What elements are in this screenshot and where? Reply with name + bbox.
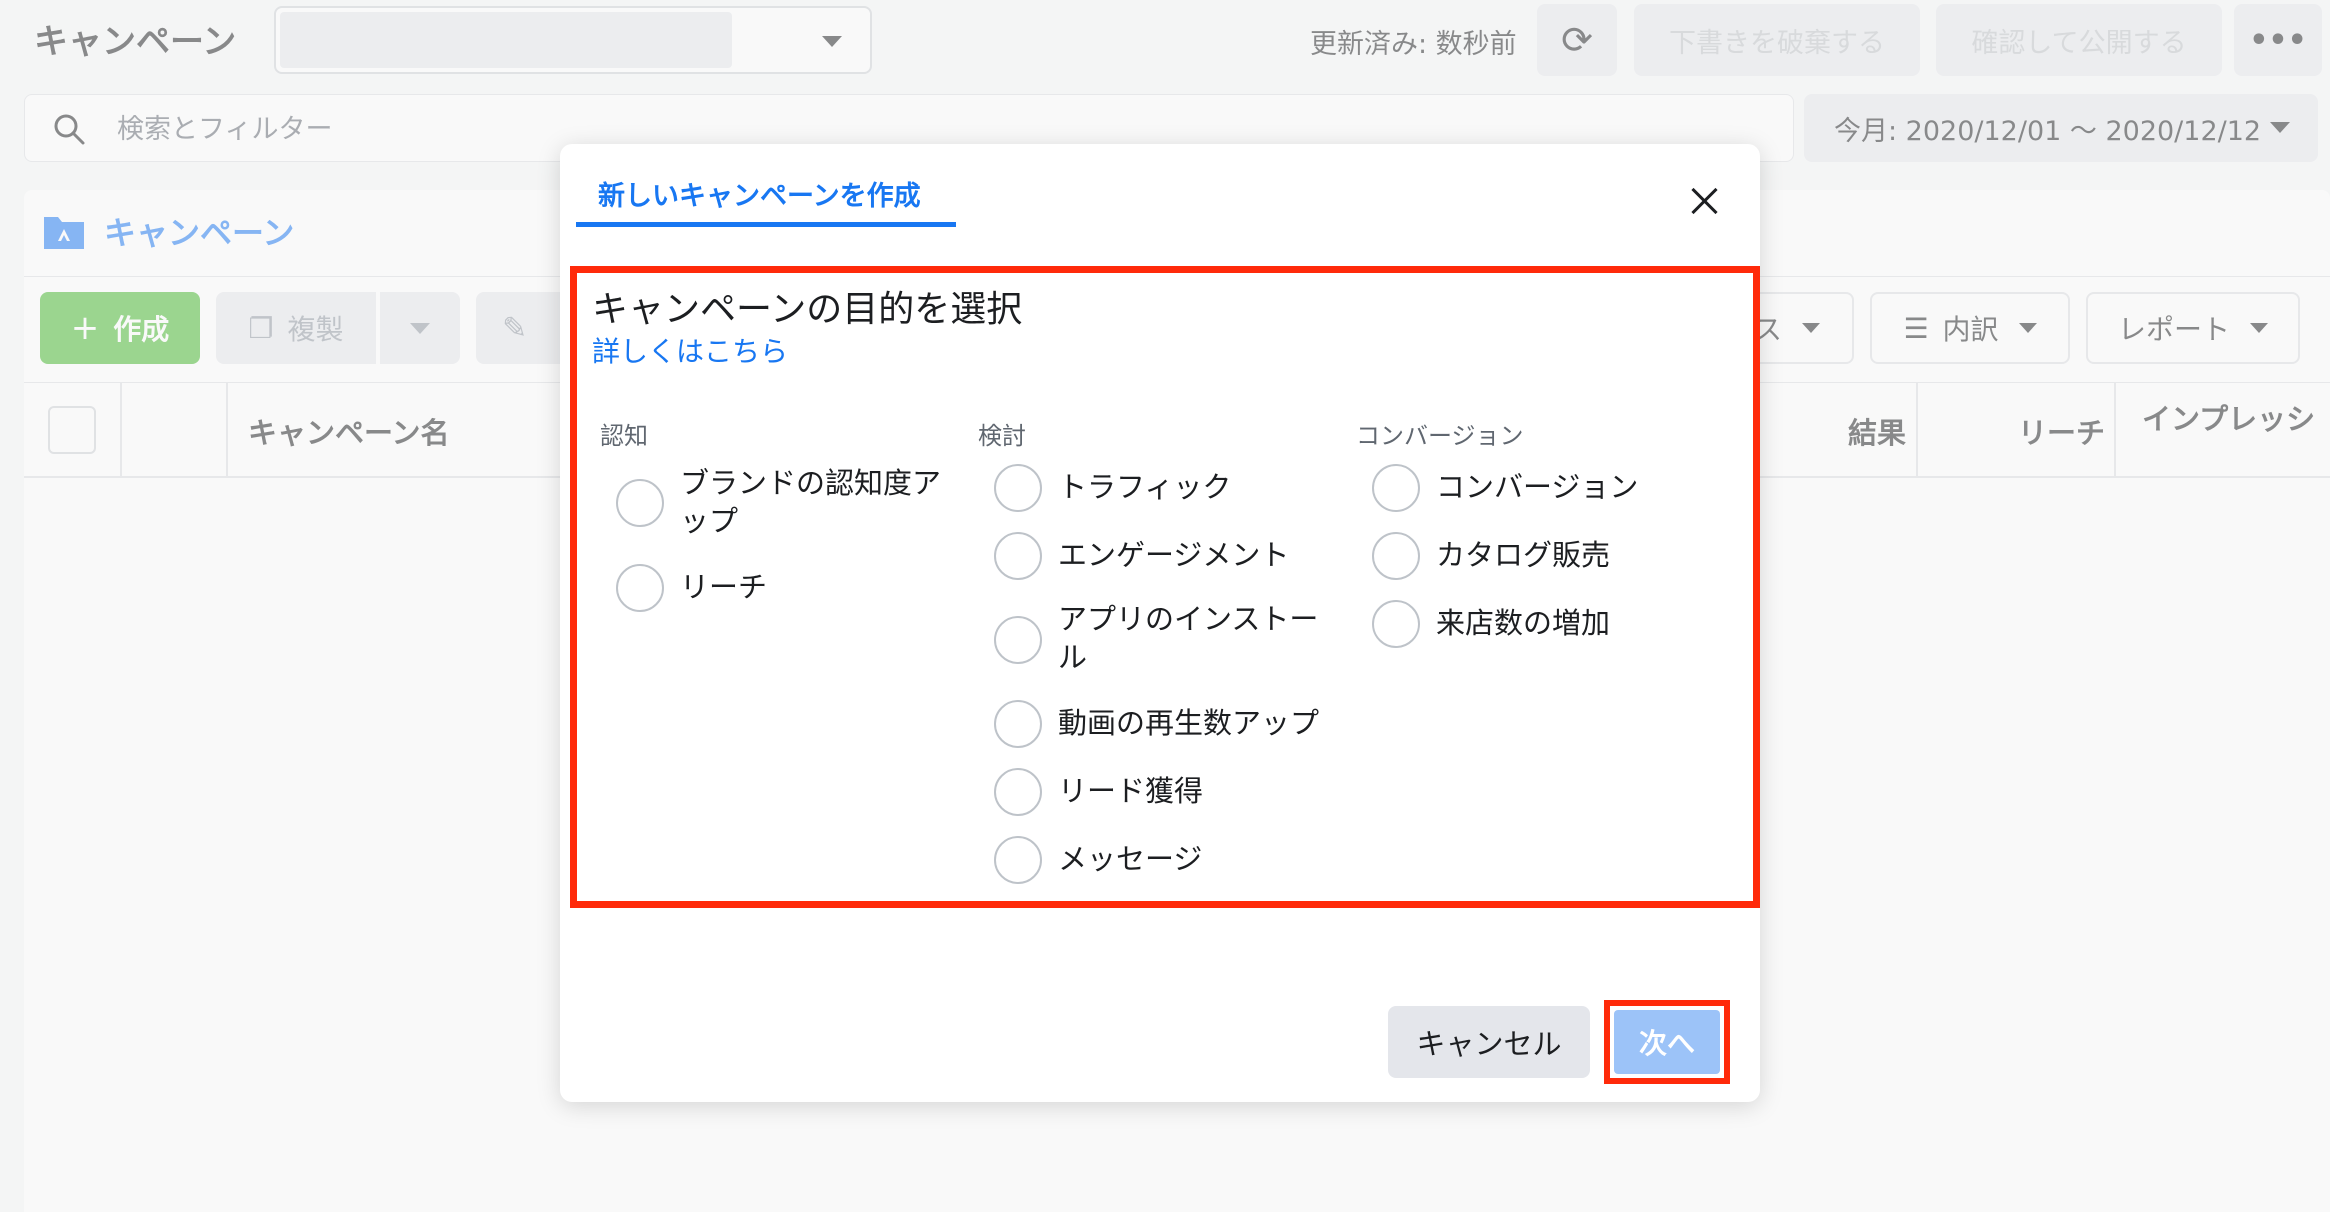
active-tab-indicator: [576, 222, 956, 227]
option-store-traffic[interactable]: 来店数の増加: [1436, 604, 1610, 642]
radio-reach[interactable]: [616, 564, 664, 612]
radio-traffic[interactable]: [994, 464, 1042, 512]
option-catalog-sales[interactable]: カタログ販売: [1436, 536, 1610, 574]
learn-more-link[interactable]: 詳しくはこちら: [592, 330, 788, 370]
tab-new-campaign[interactable]: 新しいキャンペーンを作成: [598, 174, 921, 213]
option-engagement[interactable]: エンゲージメント: [1058, 536, 1289, 574]
radio-video-views[interactable]: [994, 700, 1042, 748]
radio-conversions[interactable]: [1372, 464, 1420, 512]
option-messages[interactable]: メッセージ: [1058, 840, 1202, 878]
option-conversions[interactable]: コンバージョン: [1436, 468, 1638, 506]
option-app-installs[interactable]: アプリのインストール: [1058, 600, 1328, 676]
column-header-conversion: コンバージョン: [1356, 422, 1524, 450]
option-reach[interactable]: リーチ: [680, 568, 767, 606]
radio-messages[interactable]: [994, 836, 1042, 884]
option-video-views[interactable]: 動画の再生数アップ: [1058, 704, 1319, 742]
radio-brand-awareness[interactable]: [616, 479, 664, 527]
cancel-button[interactable]: キャンセル: [1388, 1006, 1590, 1078]
radio-store-traffic[interactable]: [1372, 600, 1420, 648]
option-lead-generation[interactable]: リード獲得: [1058, 772, 1203, 810]
column-header-consideration: 検討: [978, 422, 1026, 450]
radio-engagement[interactable]: [994, 532, 1042, 580]
column-header-awareness: 認知: [600, 422, 648, 450]
radio-app-installs[interactable]: [994, 616, 1042, 664]
radio-lead-generation[interactable]: [994, 768, 1042, 816]
objective-heading: キャンペーンの目的を選択: [592, 289, 1023, 330]
close-icon[interactable]: [1682, 178, 1728, 224]
option-traffic[interactable]: トラフィック: [1058, 468, 1231, 506]
next-button[interactable]: 次へ: [1614, 1010, 1720, 1074]
radio-catalog-sales[interactable]: [1372, 532, 1420, 580]
option-brand-awareness[interactable]: ブランドの認知度アップ: [680, 464, 950, 540]
